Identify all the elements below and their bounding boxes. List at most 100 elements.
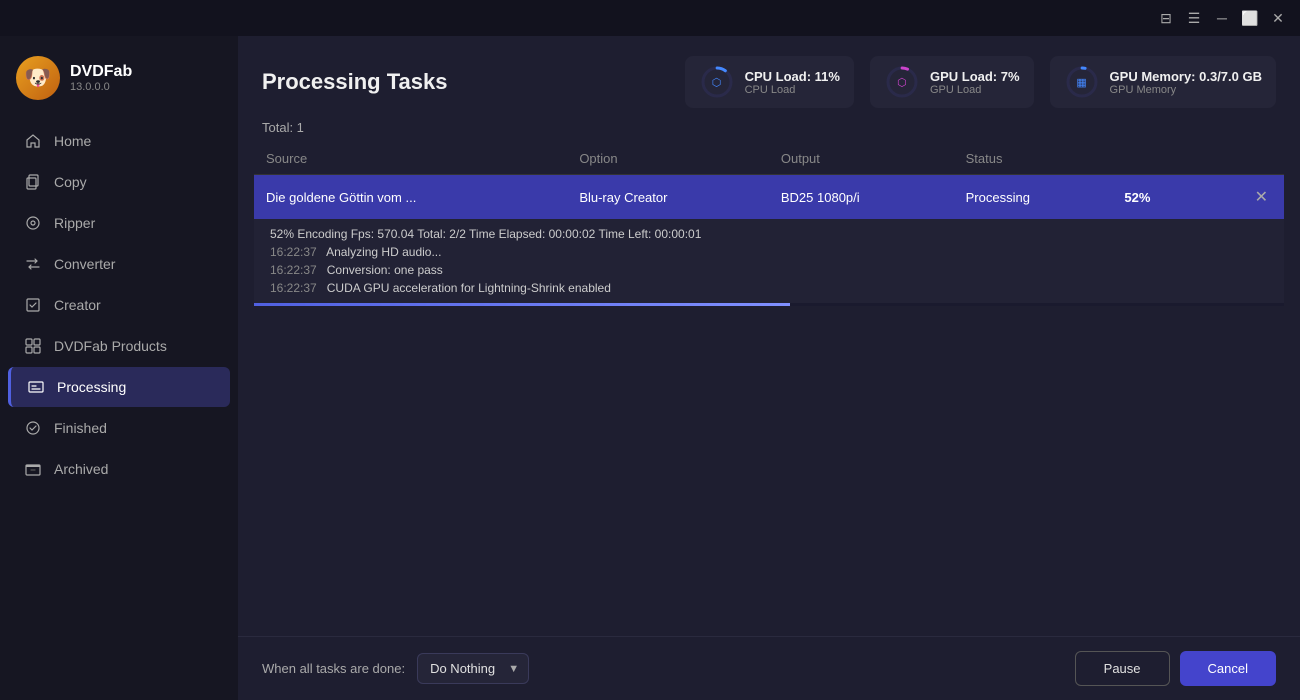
close-btn[interactable]: ✕ xyxy=(1264,4,1292,32)
cancel-button[interactable]: Cancel xyxy=(1180,651,1276,686)
cpu-stat-card: ⬡ CPU Load: 11% CPU Load xyxy=(685,56,854,108)
when-done-label: When all tasks are done: xyxy=(262,661,405,676)
cpu-ring: ⬡ xyxy=(699,64,735,100)
task-progress: 52% xyxy=(1112,175,1202,220)
content-area: Processing Tasks ⬡ CPU Load: 11% CPU Loa… xyxy=(238,36,1300,700)
app-logo-text: DVDFab 13.0.0.0 xyxy=(70,63,132,93)
sidebar-item-processing[interactable]: Processing xyxy=(8,367,230,407)
titlebar: ⊟ ☰ ─ ⬜ ✕ xyxy=(0,0,1300,36)
copy-icon xyxy=(24,173,42,191)
app-logo-icon: 🐶 xyxy=(16,56,60,100)
gpu-memory-ring: ▦ xyxy=(1064,64,1100,100)
page-title: Processing Tasks xyxy=(262,69,447,95)
col-status: Status xyxy=(954,143,1113,175)
log-line-4: 16:22:37 CUDA GPU acceleration for Light… xyxy=(270,279,1268,297)
creator-icon xyxy=(24,296,42,314)
log-line-1: 52% Encoding Fps: 570.04 Total: 2/2 Time… xyxy=(270,225,1268,243)
gpu-memory-stat-info: GPU Memory: 0.3/7.0 GB GPU Memory xyxy=(1110,69,1262,96)
log-line-3: 16:22:37 Conversion: one pass xyxy=(270,261,1268,279)
col-progress xyxy=(1112,143,1202,175)
total-label: Total: 1 xyxy=(238,120,1300,143)
log-content: 52% Encoding Fps: 570.04 Total: 2/2 Time… xyxy=(254,219,1284,303)
gpu-memory-label: GPU Memory xyxy=(1110,84,1262,96)
progress-badge: 52% xyxy=(1124,190,1150,205)
sidebar-nav: Home Copy Ripper xyxy=(0,120,238,700)
log-section: 52% Encoding Fps: 570.04 Total: 2/2 Time… xyxy=(254,219,1284,303)
sidebar-item-converter-label: Converter xyxy=(54,256,115,272)
cpu-label: CPU Load xyxy=(745,84,840,96)
table-header-row: Source Option Output Status xyxy=(254,143,1284,175)
log-message-4: CUDA GPU acceleration for Lightning-Shri… xyxy=(327,281,611,295)
gpu-memory-value: GPU Memory: 0.3/7.0 GB xyxy=(1110,69,1262,84)
log-time-3: 16:22:37 xyxy=(270,263,317,277)
bottom-right: Pause Cancel xyxy=(1075,651,1276,686)
gpu-stat-info: GPU Load: 7% GPU Load xyxy=(930,69,1020,96)
sidebar-item-ripper[interactable]: Ripper xyxy=(8,203,230,243)
stats-row: ⬡ CPU Load: 11% CPU Load ⬡ xyxy=(685,56,1276,108)
col-option: Option xyxy=(567,143,769,175)
task-remove[interactable]: ✕ xyxy=(1202,175,1284,220)
gpu-stat-card: ⬡ GPU Load: 7% GPU Load xyxy=(870,56,1034,108)
sidebar-item-copy-label: Copy xyxy=(54,174,87,190)
progress-bar-row xyxy=(254,303,1284,306)
sidebar: 🐶 DVDFab 13.0.0.0 Home xyxy=(0,36,238,700)
cpu-stat-info: CPU Load: 11% CPU Load xyxy=(745,69,840,96)
sidebar-item-creator-label: Creator xyxy=(54,297,101,313)
sidebar-item-ripper-label: Ripper xyxy=(54,215,95,231)
restore-btn[interactable]: ⬜ xyxy=(1236,4,1264,32)
cpu-value: CPU Load: 11% xyxy=(745,69,840,84)
hamburger-btn[interactable]: ☰ xyxy=(1180,4,1208,32)
finished-icon xyxy=(24,419,42,437)
converter-icon xyxy=(24,255,42,273)
main-layout: 🐶 DVDFab 13.0.0.0 Home xyxy=(0,36,1300,700)
content-header: Processing Tasks ⬡ CPU Load: 11% CPU Loa… xyxy=(238,36,1300,120)
task-option: Blu-ray Creator xyxy=(567,175,769,220)
processing-icon xyxy=(27,378,45,396)
archived-icon xyxy=(24,460,42,478)
table-row[interactable]: Die goldene Göttin vom ... Blu-ray Creat… xyxy=(254,175,1284,220)
when-done-select[interactable]: Do Nothing Shut Down Hibernate Sleep xyxy=(417,653,529,684)
status-badge: Processing xyxy=(966,190,1030,205)
bookmark-btn[interactable]: ⊟ xyxy=(1152,4,1180,32)
task-source: Die goldene Göttin vom ... xyxy=(254,175,567,220)
col-output: Output xyxy=(769,143,954,175)
log-message-2: Analyzing HD audio... xyxy=(326,245,441,259)
remove-task-button[interactable]: ✕ xyxy=(1251,187,1272,207)
table-container[interactable]: Source Option Output Status Die goldene … xyxy=(238,143,1300,636)
home-icon xyxy=(24,132,42,150)
bottom-left: When all tasks are done: Do Nothing Shut… xyxy=(262,653,529,684)
gpu-memory-stat-card: ▦ GPU Memory: 0.3/7.0 GB GPU Memory xyxy=(1050,56,1276,108)
sidebar-item-home-label: Home xyxy=(54,133,91,149)
sidebar-item-home[interactable]: Home xyxy=(8,121,230,161)
col-action xyxy=(1202,143,1284,175)
bottom-bar: When all tasks are done: Do Nothing Shut… xyxy=(238,636,1300,700)
sidebar-item-dvdfab-products-label: DVDFab Products xyxy=(54,338,167,354)
progress-bar-fill xyxy=(254,303,790,306)
app-name: DVDFab xyxy=(70,63,132,81)
sidebar-item-converter[interactable]: Converter xyxy=(8,244,230,284)
sidebar-item-finished-label: Finished xyxy=(54,420,107,436)
log-message-1: 52% Encoding Fps: 570.04 Total: 2/2 Time… xyxy=(270,227,701,241)
sidebar-item-dvdfab-products[interactable]: DVDFab Products xyxy=(8,326,230,366)
gpu-ring: ⬡ xyxy=(884,64,920,100)
minimize-btn[interactable]: ─ xyxy=(1208,4,1236,32)
cpu-chip-icon: ⬡ xyxy=(712,76,722,89)
log-time-2: 16:22:37 xyxy=(270,245,317,259)
col-source: Source xyxy=(254,143,567,175)
log-line-2: 16:22:37 Analyzing HD audio... xyxy=(270,243,1268,261)
sidebar-item-processing-label: Processing xyxy=(57,379,126,395)
pause-button[interactable]: Pause xyxy=(1075,651,1170,686)
sidebar-item-archived-label: Archived xyxy=(54,461,108,477)
log-time-4: 16:22:37 xyxy=(270,281,317,295)
gpu-value: GPU Load: 7% xyxy=(930,69,1020,84)
gpu-label: GPU Load xyxy=(930,84,1020,96)
app-version: 13.0.0.0 xyxy=(70,81,132,93)
ripper-icon xyxy=(24,214,42,232)
log-message-3: Conversion: one pass xyxy=(327,263,443,277)
sidebar-item-copy[interactable]: Copy xyxy=(8,162,230,202)
select-wrapper: Do Nothing Shut Down Hibernate Sleep ▼ xyxy=(417,653,529,684)
sidebar-item-creator[interactable]: Creator xyxy=(8,285,230,325)
gpu-chip-icon: ⬡ xyxy=(897,76,907,89)
sidebar-item-archived[interactable]: Archived xyxy=(8,449,230,489)
sidebar-item-finished[interactable]: Finished xyxy=(8,408,230,448)
